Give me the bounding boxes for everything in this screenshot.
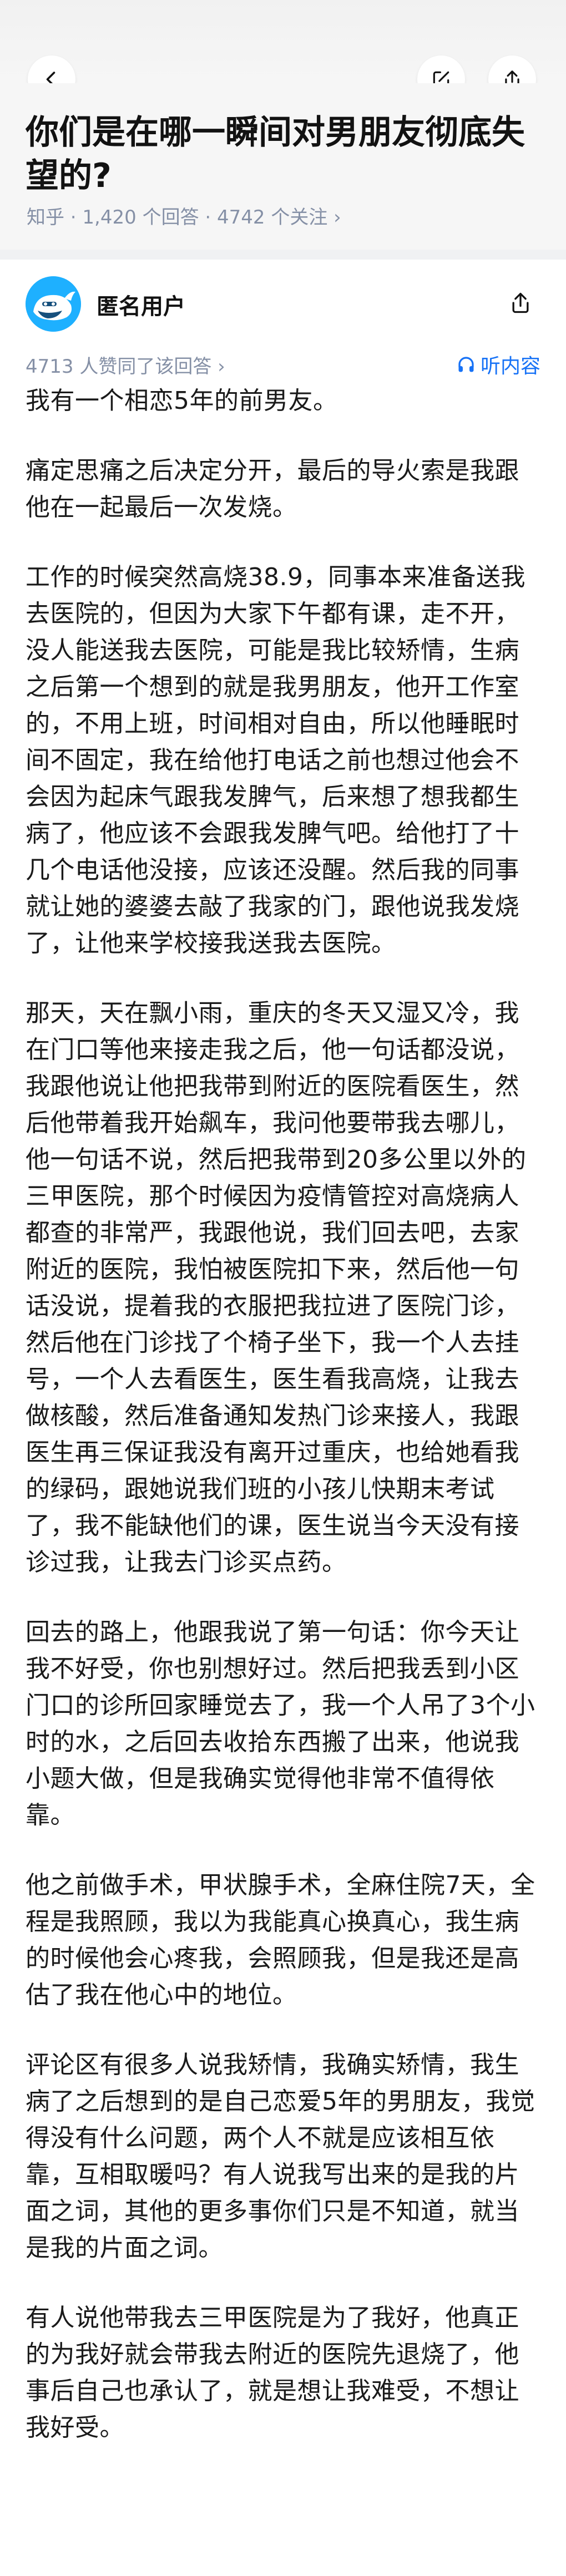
question-header: 你们是在哪一瞬间对男朋友彻底失望的? 知乎 · 1,420 个回答 · 4742… bbox=[0, 83, 566, 250]
listen-label: 听内容 bbox=[480, 355, 540, 378]
answer-content: 我有一个相恋5年的前男友。 痛定思痛之后决定分开，最后的导火索是我跟他在一起最后… bbox=[26, 383, 543, 2479]
anonymous-avatar[interactable] bbox=[26, 276, 81, 332]
answer-paragraph: 有人说他带我去三甲医院是为了我好，他真正的为我好就会带我去附近的医院先退烧了，他… bbox=[26, 2304, 519, 2442]
listen-button[interactable]: 听内容 bbox=[456, 350, 540, 379]
question-title[interactable]: 你们是在哪一瞬间对男朋友彻底失望的? bbox=[26, 111, 542, 197]
answer-paragraph: 那天，天在飘小雨，重庆的冬天又湿又冷，我在门口等他来接走我之后，他一句话都没说，… bbox=[26, 999, 527, 1576]
answer-paragraph: 他之前做手术，甲状腺手术，全麻住院7天，全程是我照顾，我以为我能真心换真心，我生… bbox=[26, 1871, 535, 2009]
share-icon bbox=[512, 292, 529, 313]
whale-icon bbox=[26, 276, 81, 332]
question-meta[interactable]: 知乎 · 1,420 个回答 · 4742 个关注 › bbox=[27, 202, 341, 229]
section-divider bbox=[0, 250, 566, 260]
headphones-icon bbox=[458, 357, 474, 372]
author-row: 匿名用户 bbox=[0, 260, 566, 346]
upvote-count[interactable]: 4713 人赞同了该回答 › bbox=[26, 351, 225, 378]
author-name[interactable]: 匿名用户 bbox=[97, 288, 185, 321]
answer-share-button[interactable] bbox=[499, 282, 542, 324]
answer-paragraph: 回去的路上，他跟我说了第一句话：你今天让我不好受，你也别想好过。然后把我丢到小区… bbox=[26, 1618, 535, 1829]
answer-paragraph: 工作的时候突然高烧38.9，同事本来准备送我去医院的，但因为大家下午都有课，走不… bbox=[26, 563, 525, 957]
answer-paragraph: 我有一个相恋5年的前男友。 bbox=[26, 387, 338, 415]
answer-paragraph: 评论区有很多人说我矫情，我确实矫情，我生病了之后想到的是自己恋爱5年的男朋友，我… bbox=[26, 2051, 535, 2262]
top-bar bbox=[0, 0, 566, 83]
answer-paragraph: 痛定思痛之后决定分开，最后的导火索是我跟他在一起最后一次发烧。 bbox=[26, 457, 519, 521]
